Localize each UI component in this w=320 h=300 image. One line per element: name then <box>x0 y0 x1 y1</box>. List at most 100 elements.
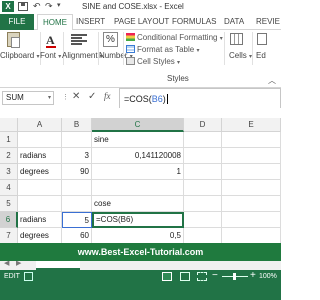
cell-b5[interactable] <box>62 196 92 212</box>
cell-a4[interactable] <box>18 180 62 196</box>
clipboard-icon[interactable] <box>7 32 20 48</box>
cell-c7[interactable]: 0,5 <box>92 228 184 244</box>
alignment-icon[interactable] <box>71 34 87 46</box>
zoom-slider-thumb[interactable] <box>233 273 236 280</box>
row-header[interactable]: 6 <box>0 212 18 228</box>
chevron-down-icon: ▾ <box>177 60 181 66</box>
quick-access-customize-icon[interactable]: ▾ <box>57 1 61 9</box>
name-box[interactable]: SUM ▾ <box>2 91 54 105</box>
text-cursor <box>166 94 168 104</box>
cell-d7[interactable] <box>184 228 222 244</box>
cell-d4[interactable] <box>184 180 222 196</box>
tab-data[interactable]: DATA <box>224 14 244 30</box>
ribbon-tabs: FILE HOME INSERT PAGE LAYOUT FORMULAS DA… <box>0 14 281 31</box>
cell-a6[interactable]: radians <box>18 212 62 228</box>
insert-function-button[interactable]: fx <box>104 91 111 101</box>
cell-b2[interactable]: 3 <box>62 148 92 164</box>
clipboard-label: Clipboard <box>0 51 35 60</box>
cell-e2[interactable] <box>222 148 281 164</box>
tab-home[interactable]: HOME <box>37 14 73 31</box>
save-icon[interactable] <box>18 2 28 11</box>
column-header-c[interactable]: C <box>92 118 184 132</box>
cell-b3[interactable]: 90 <box>62 164 92 180</box>
cell-e5[interactable] <box>222 196 281 212</box>
tab-insert[interactable]: INSERT <box>76 14 105 30</box>
zoom-out-icon[interactable]: − <box>212 270 218 281</box>
worksheet-grid: A B C D E 1 2 3 4 5 6 7 8 9 sine radians… <box>0 108 281 276</box>
tab-page-layout[interactable]: PAGE LAYOUT <box>114 14 169 30</box>
cell-e4[interactable] <box>222 180 281 196</box>
percent-icon[interactable]: % <box>103 32 118 47</box>
ribbon-divider <box>123 32 124 65</box>
cell-styles-button[interactable]: Cell Styles ▾ <box>126 57 180 68</box>
page-break-view-icon[interactable] <box>197 272 207 281</box>
column-header-e[interactable]: E <box>222 118 281 132</box>
chevron-down-icon: ▾ <box>58 54 62 60</box>
cell-a1[interactable] <box>18 132 62 148</box>
column-header-a[interactable]: A <box>18 118 62 132</box>
cell-c3[interactable]: 1 <box>92 164 184 180</box>
undo-icon[interactable]: ↶ <box>33 1 41 12</box>
cell-d1[interactable] <box>184 132 222 148</box>
format-as-table-button[interactable]: Format as Table ▾ <box>126 45 199 56</box>
row-header[interactable]: 7 <box>0 228 18 244</box>
row-header[interactable]: 5 <box>0 196 18 212</box>
column-header-d[interactable]: D <box>184 118 222 132</box>
cell-d6[interactable] <box>184 212 222 228</box>
column-header-b[interactable]: B <box>62 118 92 132</box>
row-header[interactable]: 4 <box>0 180 18 196</box>
ribbon-divider <box>63 32 64 65</box>
cell-e6[interactable] <box>222 212 281 228</box>
select-all-button[interactable] <box>0 118 18 132</box>
normal-view-icon[interactable] <box>162 272 172 281</box>
zoom-level[interactable]: 100% <box>259 273 277 280</box>
cells-icon[interactable] <box>230 33 243 45</box>
ribbon: Clipboard ▾ A Font ▾ Alignment ▾ % Numbe… <box>0 30 281 88</box>
row-header[interactable]: 2 <box>0 148 18 164</box>
collapse-ribbon-icon[interactable]: ︿ <box>268 75 276 86</box>
cell-e3[interactable] <box>222 164 281 180</box>
excel-logo-icon: X <box>2 1 14 12</box>
cell-a3[interactable]: degrees <box>18 164 62 180</box>
cell-c5[interactable]: cose <box>92 196 184 212</box>
cell-b4[interactable] <box>62 180 92 196</box>
row-header[interactable]: 1 <box>0 132 18 148</box>
font-button[interactable]: Font ▾ <box>40 51 61 60</box>
cell-e1[interactable] <box>222 132 281 148</box>
formula-prefix: =COS( <box>124 94 152 104</box>
cell-b7[interactable]: 60 <box>62 228 92 244</box>
redo-icon[interactable]: ↷ <box>45 1 53 12</box>
cell-a2[interactable]: radians <box>18 148 62 164</box>
enter-check-icon[interactable]: ✓ <box>88 91 96 102</box>
row-header[interactable]: 3 <box>0 164 18 180</box>
editing-button[interactable]: Ed <box>256 51 266 60</box>
cell-d2[interactable] <box>184 148 222 164</box>
formula-bar: SUM ▾ ⋮ ✕ ✓ fx =COS(B6) <box>0 88 281 128</box>
editing-icon[interactable] <box>257 33 267 45</box>
cell-a7[interactable]: degrees <box>18 228 62 244</box>
cell-c4[interactable] <box>92 180 184 196</box>
cell-b6[interactable]: 5 <box>62 212 92 228</box>
cell-c2[interactable]: 0,141120008 <box>92 148 184 164</box>
clipboard-button[interactable]: Clipboard ▾ <box>0 51 40 60</box>
cancel-icon[interactable]: ✕ <box>72 91 80 102</box>
tab-formulas[interactable]: FORMULAS <box>172 14 216 30</box>
cell-c1[interactable]: sine <box>92 132 184 148</box>
tab-review[interactable]: REVIE <box>256 14 280 30</box>
chevron-down-icon[interactable]: ▾ <box>48 92 51 104</box>
cell-e7[interactable] <box>222 228 281 244</box>
cell-a5[interactable] <box>18 196 62 212</box>
conditional-formatting-button[interactable]: Conditional Formatting ▾ <box>126 33 223 44</box>
alignment-button[interactable]: Alignment ▾ <box>62 51 103 60</box>
tab-file[interactable]: FILE <box>0 14 34 30</box>
font-icon[interactable]: A <box>46 33 56 48</box>
page-layout-view-icon[interactable] <box>180 272 190 281</box>
cell-d3[interactable] <box>184 164 222 180</box>
cells-button[interactable]: Cells ▾ <box>229 51 252 60</box>
cell-c6-active[interactable]: =COS(B6) <box>92 212 184 228</box>
macro-record-icon[interactable] <box>24 272 33 281</box>
zoom-in-icon[interactable]: + <box>250 270 256 281</box>
formula-reference: B6 <box>151 94 163 104</box>
cell-b1[interactable] <box>62 132 92 148</box>
cell-d5[interactable] <box>184 196 222 212</box>
